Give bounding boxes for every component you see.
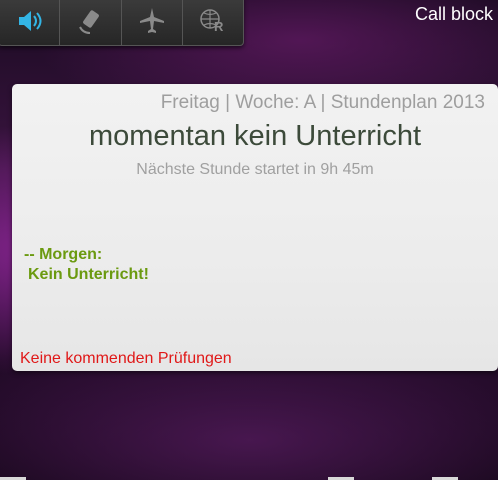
app-title: Call block [415, 4, 494, 24]
current-status: momentan kein Unterricht [88, 120, 422, 152]
tomorrow-heading: -- Morgen: [24, 246, 103, 263]
svg-text:R: R [214, 19, 224, 34]
tomorrow-schedule: Kein Unterricht! [28, 266, 149, 283]
roaming-toggle[interactable]: R [183, 0, 243, 45]
airplane-mode-icon [139, 8, 164, 33]
auto-rotate-icon [79, 10, 100, 34]
quick-settings-bar: R [0, 0, 244, 46]
timetable-widget[interactable]: Freitag | Woche: A | Stundenplan 2013 mo… [12, 84, 498, 371]
airplane-mode-toggle[interactable] [122, 0, 183, 45]
roaming-icon: R [200, 9, 224, 34]
volume-toggle[interactable] [0, 0, 61, 45]
next-lesson-countdown: Nächste Stunde startet in 9h 45m [136, 161, 374, 178]
auto-rotate-toggle[interactable] [60, 0, 122, 45]
volume-icon [19, 11, 42, 31]
upcoming-exams: Keine kommenden Prüfungen [20, 350, 232, 367]
widget-header: Freitag | Woche: A | Stundenplan 2013 [160, 92, 485, 113]
